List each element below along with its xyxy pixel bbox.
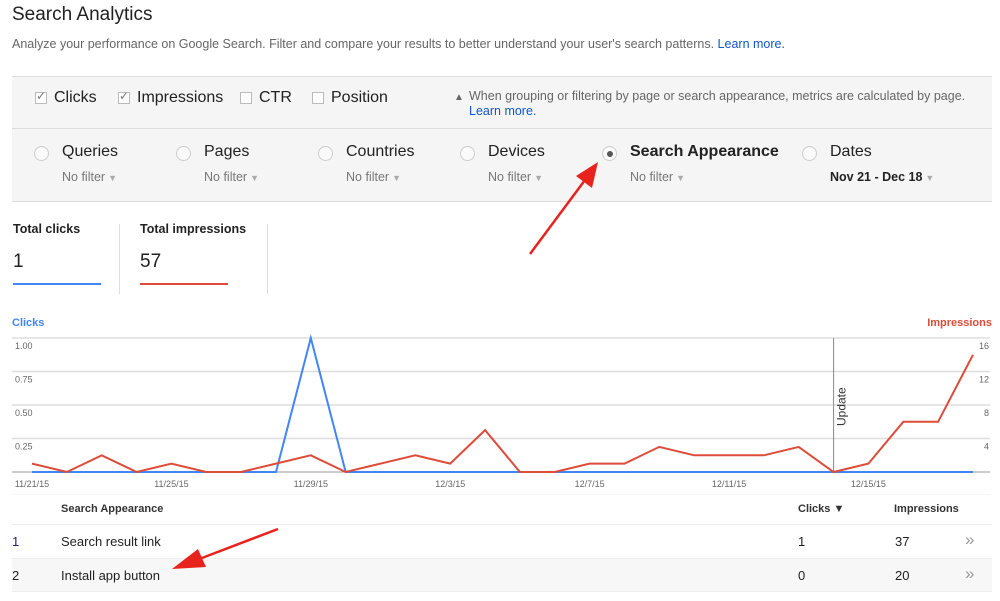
right-tick-label: 4 (984, 442, 989, 452)
row-impressions: 37 (895, 534, 910, 549)
grouping-panel: Queries No filter ▼ Pages No filter ▼ Coun… (12, 128, 992, 202)
radio-icon[interactable] (318, 146, 333, 161)
total-clicks-value: 1 (13, 251, 24, 272)
total-impressions-label: Total impressions (140, 222, 247, 236)
caret-down-icon: ▼ (108, 173, 117, 183)
divider (267, 224, 268, 294)
row-name: Install app button (61, 568, 161, 583)
position-checkbox[interactable]: Position (312, 89, 388, 107)
impressions-series-line (31, 354, 974, 474)
total-impressions-card[interactable]: Total impressions 57 (140, 222, 246, 285)
total-clicks-card[interactable]: Total clicks 1 (13, 222, 101, 285)
metrics-panel: Clicks Impressions CTR Position ▲ When g… (12, 76, 992, 128)
checkbox-icon (312, 92, 324, 104)
x-tick-label: 12/15/15 (851, 479, 886, 489)
right-axis-label: Impressions (927, 317, 992, 329)
radio-icon[interactable] (34, 146, 49, 161)
group-label: Search Appearance (630, 143, 779, 160)
row-rank: 2 (12, 568, 20, 583)
annotation-arrow (528, 162, 598, 255)
x-tick-label: 11/29/15 (294, 479, 328, 489)
x-tick-label: 12/11/15 (712, 479, 746, 489)
group-label: Pages (204, 143, 250, 160)
column-header-impressions[interactable]: Impressions (894, 503, 959, 515)
pages-filter-dropdown[interactable]: No filter ▼ (204, 170, 259, 184)
row-details-icon[interactable]: » (965, 564, 974, 584)
left-tick-label: 1.00 (15, 341, 33, 351)
caret-down-icon: ▼ (250, 173, 259, 183)
checkbox-icon (118, 89, 130, 104)
row-clicks: 0 (798, 568, 806, 583)
x-tick-label: 11/25/15 (154, 479, 188, 489)
page-title: Search Analytics (12, 4, 153, 25)
group-label: Countries (346, 143, 415, 160)
impressions-checkbox[interactable]: Impressions (118, 89, 223, 107)
ctr-checkbox[interactable]: CTR (240, 89, 292, 107)
radio-icon[interactable] (802, 146, 817, 161)
x-tick-label: 12/3/15 (435, 479, 465, 489)
learn-more-link[interactable]: Learn more. (718, 37, 785, 51)
x-tick-label: 11/21/15 (15, 479, 49, 489)
page-subtitle: Analyze your performance on Google Searc… (12, 37, 785, 51)
clicks-checkbox[interactable]: Clicks (35, 89, 97, 107)
total-impressions-value: 57 (140, 251, 162, 272)
column-header-clicks[interactable]: Clicks ▼ (798, 503, 844, 515)
x-tick-label: 12/7/15 (575, 479, 605, 489)
caret-down-icon: ▼ (676, 173, 685, 183)
row-details-icon[interactable]: » (965, 530, 974, 550)
row-name: Search result link (61, 534, 161, 549)
right-tick-label: 8 (984, 408, 989, 418)
checkbox-icon (240, 92, 252, 104)
total-clicks-label: Total clicks (13, 222, 81, 236)
checkbox-label: Impressions (137, 89, 224, 106)
table-row[interactable]: 2 Install app button 0 20 » (12, 558, 992, 592)
subtitle-text: Analyze your performance on Google Searc… (12, 37, 715, 51)
right-tick-label: 16 (979, 341, 989, 351)
table-row[interactable]: 1 Search result link 1 37 » (12, 524, 992, 558)
left-tick-label: 0.25 (15, 442, 33, 452)
search-appearance-filter-dropdown[interactable]: No filter ▼ (630, 170, 685, 184)
date-range-dropdown[interactable]: Nov 21 - Dec 18 ▼ (830, 170, 934, 184)
performance-chart: 0.25 0.50 0.75 1.00 4 8 12 16 11/21/15 11/25/15 11… (12, 334, 990, 495)
annotation-arrow (172, 527, 279, 569)
update-annotation-label: Update (835, 387, 849, 426)
warning-triangle-icon: ▲ (454, 92, 464, 103)
column-header-search-appearance[interactable]: Search Appearance (61, 503, 163, 515)
row-rank: 1 (12, 534, 20, 549)
warning-learn-more-link[interactable]: Learn more. (469, 104, 536, 118)
left-axis-label: Clicks (12, 317, 45, 329)
group-label: Queries (62, 143, 119, 160)
countries-filter-dropdown[interactable]: No filter ▼ (346, 170, 401, 184)
checkbox-label: Position (331, 89, 388, 106)
right-tick-label: 12 (979, 375, 989, 385)
radio-icon[interactable] (176, 146, 191, 161)
radio-selected-icon[interactable] (602, 146, 617, 161)
row-clicks: 1 (798, 534, 806, 549)
queries-filter-dropdown[interactable]: No filter ▼ (62, 170, 117, 184)
caret-down-icon: ▼ (392, 173, 401, 183)
warning-text: When grouping or filtering by page or se… (469, 89, 966, 103)
checkbox-icon (35, 89, 47, 104)
left-tick-label: 0.50 (15, 408, 33, 418)
row-impressions: 20 (895, 568, 910, 583)
clicks-color-bar (13, 283, 101, 285)
divider (119, 224, 120, 294)
checkbox-label: Clicks (54, 89, 97, 106)
impressions-color-bar (140, 283, 228, 285)
caret-down-icon: ▼ (925, 173, 935, 183)
left-tick-label: 0.75 (15, 375, 33, 385)
grouping-warning: ▲ When grouping or filtering by page or … (454, 89, 974, 119)
checkbox-label: CTR (259, 89, 292, 106)
radio-icon[interactable] (460, 146, 475, 161)
group-label: Dates (830, 143, 872, 160)
